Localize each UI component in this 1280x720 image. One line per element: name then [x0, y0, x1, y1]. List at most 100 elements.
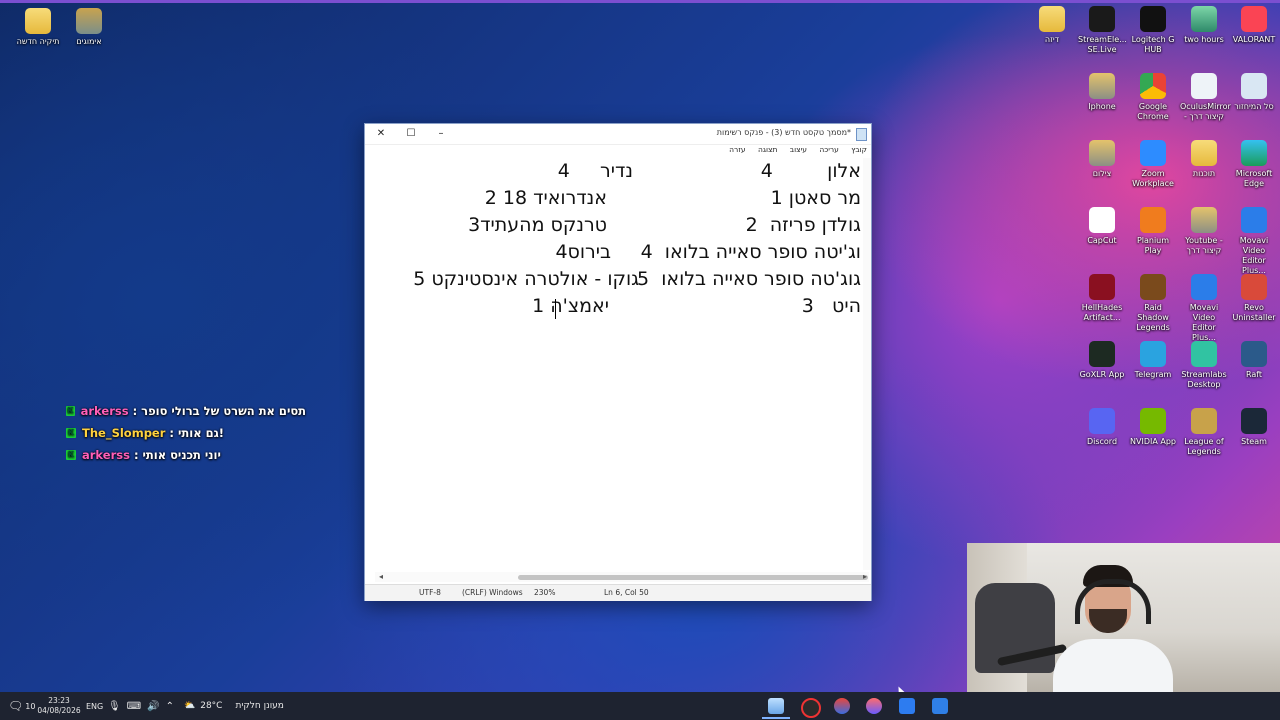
- text-line: אלון 4 נדיר 4: [557, 160, 861, 182]
- desktop-icon[interactable]: Youtube - קיצור דרך: [1180, 207, 1228, 256]
- desktop-icon[interactable]: צילום: [1078, 140, 1126, 179]
- discord-icon: [1089, 408, 1115, 434]
- oculus-mirror-icon: [1191, 73, 1217, 99]
- raft-icon: [1241, 341, 1267, 367]
- scroll-right-arrow-icon[interactable]: ▸: [863, 572, 867, 581]
- menu-help[interactable]: עזרה: [729, 145, 745, 154]
- desktop-icon[interactable]: NVIDIA App: [1129, 408, 1177, 447]
- line-ending-status: (CRLF) Windows: [462, 588, 523, 597]
- chat-message: K The_Slomper : גם אותי!: [66, 426, 224, 440]
- close-button[interactable]: ✕: [367, 126, 395, 142]
- desktop-icon[interactable]: HellHades Artifact...: [1078, 274, 1126, 323]
- desktop-icon-emojis[interactable]: אימוגים: [65, 8, 113, 47]
- horizontal-scrollbar[interactable]: ◂ ▸: [375, 572, 869, 582]
- desktop-icon[interactable]: Raid Shadow Legends: [1129, 274, 1177, 333]
- raid-shadow-legends-icon: [1140, 274, 1166, 300]
- desktop-icon[interactable]: Movavi Video Editor Plus...: [1180, 274, 1228, 343]
- notepad-window[interactable]: ✕ ☐ – *מסמך טקסט חדש (3) - פנקס רשימות ק…: [364, 123, 872, 601]
- desktop-icon[interactable]: Discord: [1078, 408, 1126, 447]
- store-taskbar-icon[interactable]: [932, 698, 948, 714]
- top-edge-band: [0, 0, 1280, 3]
- valorant-icon: [1241, 6, 1267, 32]
- desktop-icon[interactable]: Raft: [1230, 341, 1278, 380]
- planium-play-icon: [1140, 207, 1166, 233]
- desktop-icon[interactable]: תוכנות: [1180, 140, 1228, 179]
- logitech-g-icon: [1140, 6, 1166, 32]
- text-line: גולדן פריזה 2 טרנקס מהעתיד3: [468, 214, 861, 236]
- desktop-icon[interactable]: Logitech G HUB: [1129, 6, 1177, 55]
- volume-icon[interactable]: 🔊: [147, 701, 159, 712]
- chevron-up-icon[interactable]: ⌃: [166, 701, 174, 712]
- folder-icon: [25, 8, 51, 34]
- notification-center-button[interactable]: 🗨 10: [8, 692, 35, 720]
- desktop-icon[interactable]: Movavi Video Editor Plus...: [1230, 207, 1278, 276]
- desktop-icon[interactable]: Planium Play: [1129, 207, 1177, 256]
- maximize-button[interactable]: ☐: [397, 126, 425, 142]
- desktop-icon[interactable]: OculusMirror - קיצור דרך: [1180, 73, 1231, 122]
- chat-badge-icon: K: [66, 450, 76, 460]
- desktop-icon[interactable]: two hours: [1180, 6, 1228, 45]
- weather-widget[interactable]: ⛅ 28°C מעונן חלקית: [184, 692, 284, 720]
- archive-folder-icon: [1089, 73, 1115, 99]
- weather-icon: ⛅: [184, 701, 196, 711]
- menu-edit[interactable]: עריכה: [819, 145, 838, 154]
- streamelements-taskbar-icon[interactable]: [801, 698, 821, 718]
- notepad-app-icon: [856, 128, 867, 141]
- menu-file[interactable]: קובץ: [851, 145, 867, 154]
- chat-badge-icon: K: [66, 406, 75, 416]
- notepad-taskbar-icon[interactable]: [768, 698, 784, 714]
- menu-bar: קובץ עריכה עיצוב תצוגה עזרה: [719, 145, 867, 158]
- desktop-icon[interactable]: StreamEle... SE.Live: [1078, 6, 1127, 55]
- scrollbar-thumb[interactable]: [518, 575, 868, 580]
- headphones: [1075, 579, 1151, 624]
- zoom-icon: [1140, 140, 1166, 166]
- text-line: גוג'טה סופר סאייה בלואו 5 גוקו - אולטרה …: [413, 268, 861, 290]
- desktop-icon[interactable]: סל המיחזור: [1230, 73, 1278, 112]
- zoom-status: 230%: [534, 588, 556, 597]
- vertical-scrollbar[interactable]: [863, 158, 871, 570]
- desktop-icon[interactable]: Telegram: [1129, 341, 1177, 380]
- steam-icon: [1241, 408, 1267, 434]
- desktop-icon[interactable]: דיזה: [1028, 6, 1076, 45]
- desktop-icon[interactable]: Revo Uninstaller: [1230, 274, 1278, 323]
- recycle-bin-icon: [1241, 73, 1267, 99]
- desktop-icon-new-folder[interactable]: תיקיה חדשה: [14, 8, 62, 47]
- menu-view[interactable]: תצוגה: [758, 145, 777, 154]
- language-indicator[interactable]: ENG: [86, 692, 103, 720]
- nvidia-icon: [1140, 408, 1166, 434]
- desktop-icon[interactable]: Google Chrome: [1129, 73, 1177, 122]
- desktop-icon[interactable]: Zoom Workplace: [1129, 140, 1177, 189]
- menu-format[interactable]: עיצוב: [790, 145, 807, 154]
- hellhades-icon: [1089, 274, 1115, 300]
- system-tray: 🎙 ⌨ 🔊 ⌃: [108, 692, 174, 720]
- edge-icon: [1241, 140, 1267, 166]
- movavi-icon: [1241, 207, 1267, 233]
- notepad-title-bar[interactable]: ✕ ☐ – *מסמך טקסט חדש (3) - פנקס רשימות: [365, 124, 871, 145]
- clock[interactable]: 23:23 04/08/2026: [37, 692, 80, 720]
- desktop-icon[interactable]: GoXLR App: [1078, 341, 1126, 380]
- mail-taskbar-icon[interactable]: [899, 698, 915, 714]
- microphone-icon[interactable]: 🎙: [108, 701, 121, 712]
- goxlr-icon: [1089, 341, 1115, 367]
- folder-icon: [1039, 6, 1065, 32]
- folder-icon: [1191, 140, 1217, 166]
- text-editor-area[interactable]: אלון 4 נדיר 4 מר סאטן 1 אנדרואיד 18 2 גו…: [373, 158, 867, 570]
- desktop-icon[interactable]: Iphone: [1078, 73, 1126, 112]
- app-taskbar-icon[interactable]: [866, 698, 882, 714]
- network-icon[interactable]: ⌨: [127, 701, 141, 712]
- desktop-icon[interactable]: Microsoft Edge: [1230, 140, 1278, 189]
- minimize-button[interactable]: –: [427, 126, 455, 142]
- desktop-icon[interactable]: Steam: [1230, 408, 1278, 447]
- archive-folder-icon: [76, 8, 102, 34]
- notification-icon: 🗨: [8, 699, 24, 713]
- desktop-icon[interactable]: Streamlabs Desktop: [1180, 341, 1228, 390]
- desktop-icon[interactable]: VALORANT: [1230, 6, 1278, 45]
- desktop-icon[interactable]: CapCut: [1078, 207, 1126, 246]
- scroll-left-arrow-icon[interactable]: ◂: [379, 572, 383, 581]
- webcam-overlay: [967, 543, 1280, 692]
- taskbar: 🗨 10 23:23 04/08/2026 ENG 🎙 ⌨ 🔊 ⌃ ⛅ 28°C…: [0, 692, 1280, 720]
- chat-badge-icon: K: [66, 428, 76, 438]
- game-taskbar-icon[interactable]: [834, 698, 850, 714]
- desktop-icon[interactable]: League of Legends: [1180, 408, 1228, 457]
- chrome-icon: [1140, 73, 1166, 99]
